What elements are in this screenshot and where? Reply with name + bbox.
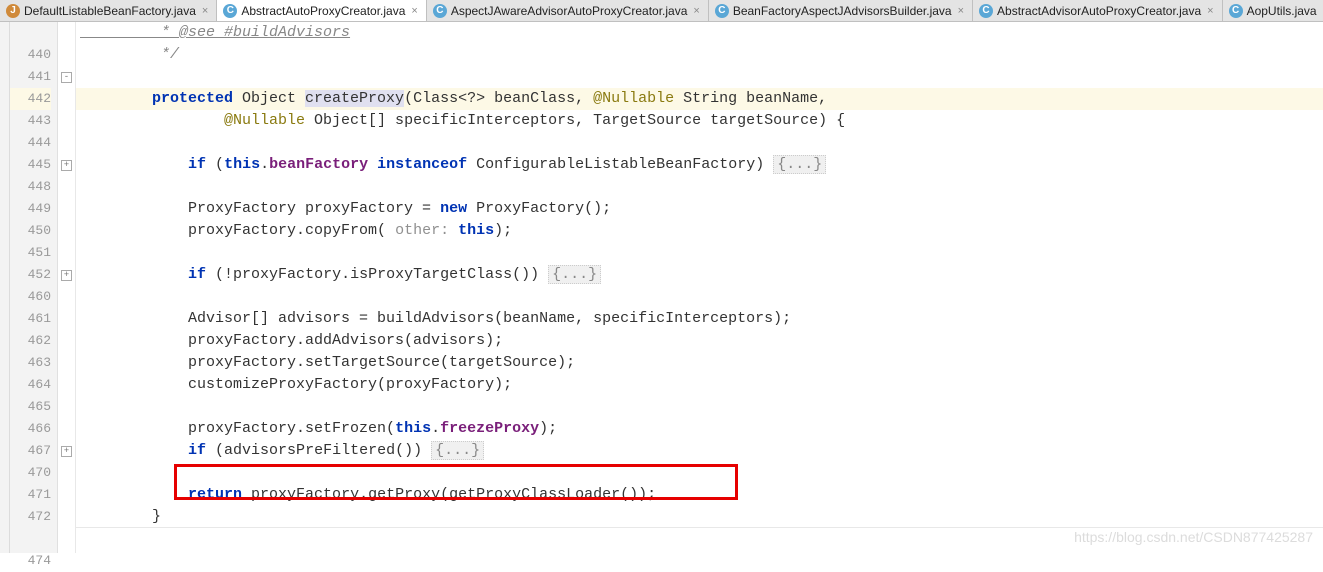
code-line: proxyFactory.copyFrom( other: this); <box>76 220 1323 242</box>
class-file-icon: C <box>1229 4 1243 18</box>
line-number: 443 <box>10 110 51 132</box>
line-number: 441 <box>10 66 51 88</box>
code-line: proxyFactory.setTargetSource(targetSourc… <box>76 352 1323 374</box>
fold-expand-icon[interactable]: + <box>61 270 72 281</box>
code-line <box>76 242 1323 264</box>
code-line: @Nullable Object[] specificInterceptors,… <box>76 110 1323 132</box>
line-number: 464 <box>10 374 51 396</box>
line-number: 449 <box>10 198 51 220</box>
tab-label: DefaultListableBeanFactory.java <box>24 4 196 18</box>
class-file-icon: C <box>979 4 993 18</box>
line-number: 471 <box>10 484 51 506</box>
java-file-icon: J <box>6 4 20 18</box>
tab-defaultlistablebeanfactory[interactable]: J DefaultListableBeanFactory.java × <box>0 0 217 21</box>
code-line: */ <box>76 44 1323 66</box>
tab-label: AbstractAutoProxyCreator.java <box>241 4 405 18</box>
line-number: 470 <box>10 462 51 484</box>
line-number-gutter[interactable]: 440 441 442 443 444 445 448 449 450 451 … <box>10 22 58 553</box>
folded-region[interactable]: {...} <box>431 441 484 460</box>
code-line: proxyFactory.setFrozen(this.freezeProxy)… <box>76 418 1323 440</box>
code-line <box>76 396 1323 418</box>
method-separator <box>76 527 1323 528</box>
code-line <box>76 66 1323 88</box>
class-file-icon: C <box>223 4 237 18</box>
line-number: 445 <box>10 154 51 176</box>
line-number: 442 <box>10 88 51 110</box>
fold-gutter[interactable]: - + + + <box>58 22 76 553</box>
line-number: 463 <box>10 352 51 374</box>
line-number: 474 <box>10 550 51 572</box>
folded-region[interactable]: {...} <box>773 155 826 174</box>
line-number: 462 <box>10 330 51 352</box>
close-icon[interactable]: × <box>1207 5 1213 17</box>
code-area[interactable]: * @see #buildAdvisors */ protected Objec… <box>76 22 1323 553</box>
code-line: Advisor[] advisors = buildAdvisors(beanN… <box>76 308 1323 330</box>
code-line: proxyFactory.addAdvisors(advisors); <box>76 330 1323 352</box>
code-line <box>76 528 1323 550</box>
fold-expand-icon[interactable]: + <box>61 160 72 171</box>
code-line: * @see #buildAdvisors <box>76 22 1323 44</box>
line-number: 460 <box>10 286 51 308</box>
tab-aoputils[interactable]: C AopUtils.java × <box>1223 0 1323 21</box>
folded-region[interactable]: {...} <box>548 265 601 284</box>
code-line: customizeProxyFactory(proxyFactory); <box>76 374 1323 396</box>
code-line: ProxyFactory proxyFactory = new ProxyFac… <box>76 198 1323 220</box>
line-number: 466 <box>10 418 51 440</box>
tab-label: BeanFactoryAspectJAdvisorsBuilder.java <box>733 4 952 18</box>
line-number: 452 <box>10 264 51 286</box>
code-line <box>76 176 1323 198</box>
fold-collapse-icon[interactable]: - <box>61 72 72 83</box>
code-line <box>76 462 1323 484</box>
class-file-icon: C <box>433 4 447 18</box>
close-icon[interactable]: × <box>693 5 699 17</box>
code-line <box>76 286 1323 308</box>
line-number: 451 <box>10 242 51 264</box>
code-line: protected Object createProxy(Class<?> be… <box>76 88 1323 110</box>
editor-body: 440 441 442 443 444 445 448 449 450 451 … <box>0 22 1323 553</box>
tab-label: AopUtils.java <box>1247 4 1317 18</box>
tab-label: AspectJAwareAdvisorAutoProxyCreator.java <box>451 4 688 18</box>
code-line <box>76 132 1323 154</box>
line-number: 472 <box>10 506 51 528</box>
code-line: if (this.beanFactory instanceof Configur… <box>76 154 1323 176</box>
close-icon[interactable]: × <box>958 5 964 17</box>
code-line: return proxyFactory.getProxy(getProxyCla… <box>76 484 1323 506</box>
close-icon[interactable]: × <box>202 5 208 17</box>
tab-abstractautoproxycreator[interactable]: C AbstractAutoProxyCreator.java × <box>217 0 427 21</box>
line-number <box>10 528 51 550</box>
tab-label: AbstractAdvisorAutoProxyCreator.java <box>997 4 1201 18</box>
tab-aspectjawareadvisorautoproxycreator[interactable]: C AspectJAwareAdvisorAutoProxyCreator.ja… <box>427 0 709 21</box>
code-line: if (!proxyFactory.isProxyTargetClass()) … <box>76 264 1323 286</box>
line-number: 440 <box>10 44 51 66</box>
code-line: if (advisorsPreFiltered()) {...} <box>76 440 1323 462</box>
close-icon[interactable]: × <box>411 5 417 17</box>
tab-abstractadvisorautoproxycreator[interactable]: C AbstractAdvisorAutoProxyCreator.java × <box>973 0 1223 21</box>
line-number: 461 <box>10 308 51 330</box>
tab-beanfactoryaspectjadvisorsbuilder[interactable]: C BeanFactoryAspectJAdvisorsBuilder.java… <box>709 0 973 21</box>
breakpoint-gutter[interactable] <box>0 22 10 553</box>
fold-expand-icon[interactable]: + <box>61 446 72 457</box>
line-number: 448 <box>10 176 51 198</box>
line-number: 444 <box>10 132 51 154</box>
editor-tabs: J DefaultListableBeanFactory.java × C Ab… <box>0 0 1323 22</box>
line-number: 467 <box>10 440 51 462</box>
line-number: 465 <box>10 396 51 418</box>
line-number <box>10 22 51 44</box>
code-line: } <box>76 506 1323 528</box>
line-number: 450 <box>10 220 51 242</box>
class-file-icon: C <box>715 4 729 18</box>
